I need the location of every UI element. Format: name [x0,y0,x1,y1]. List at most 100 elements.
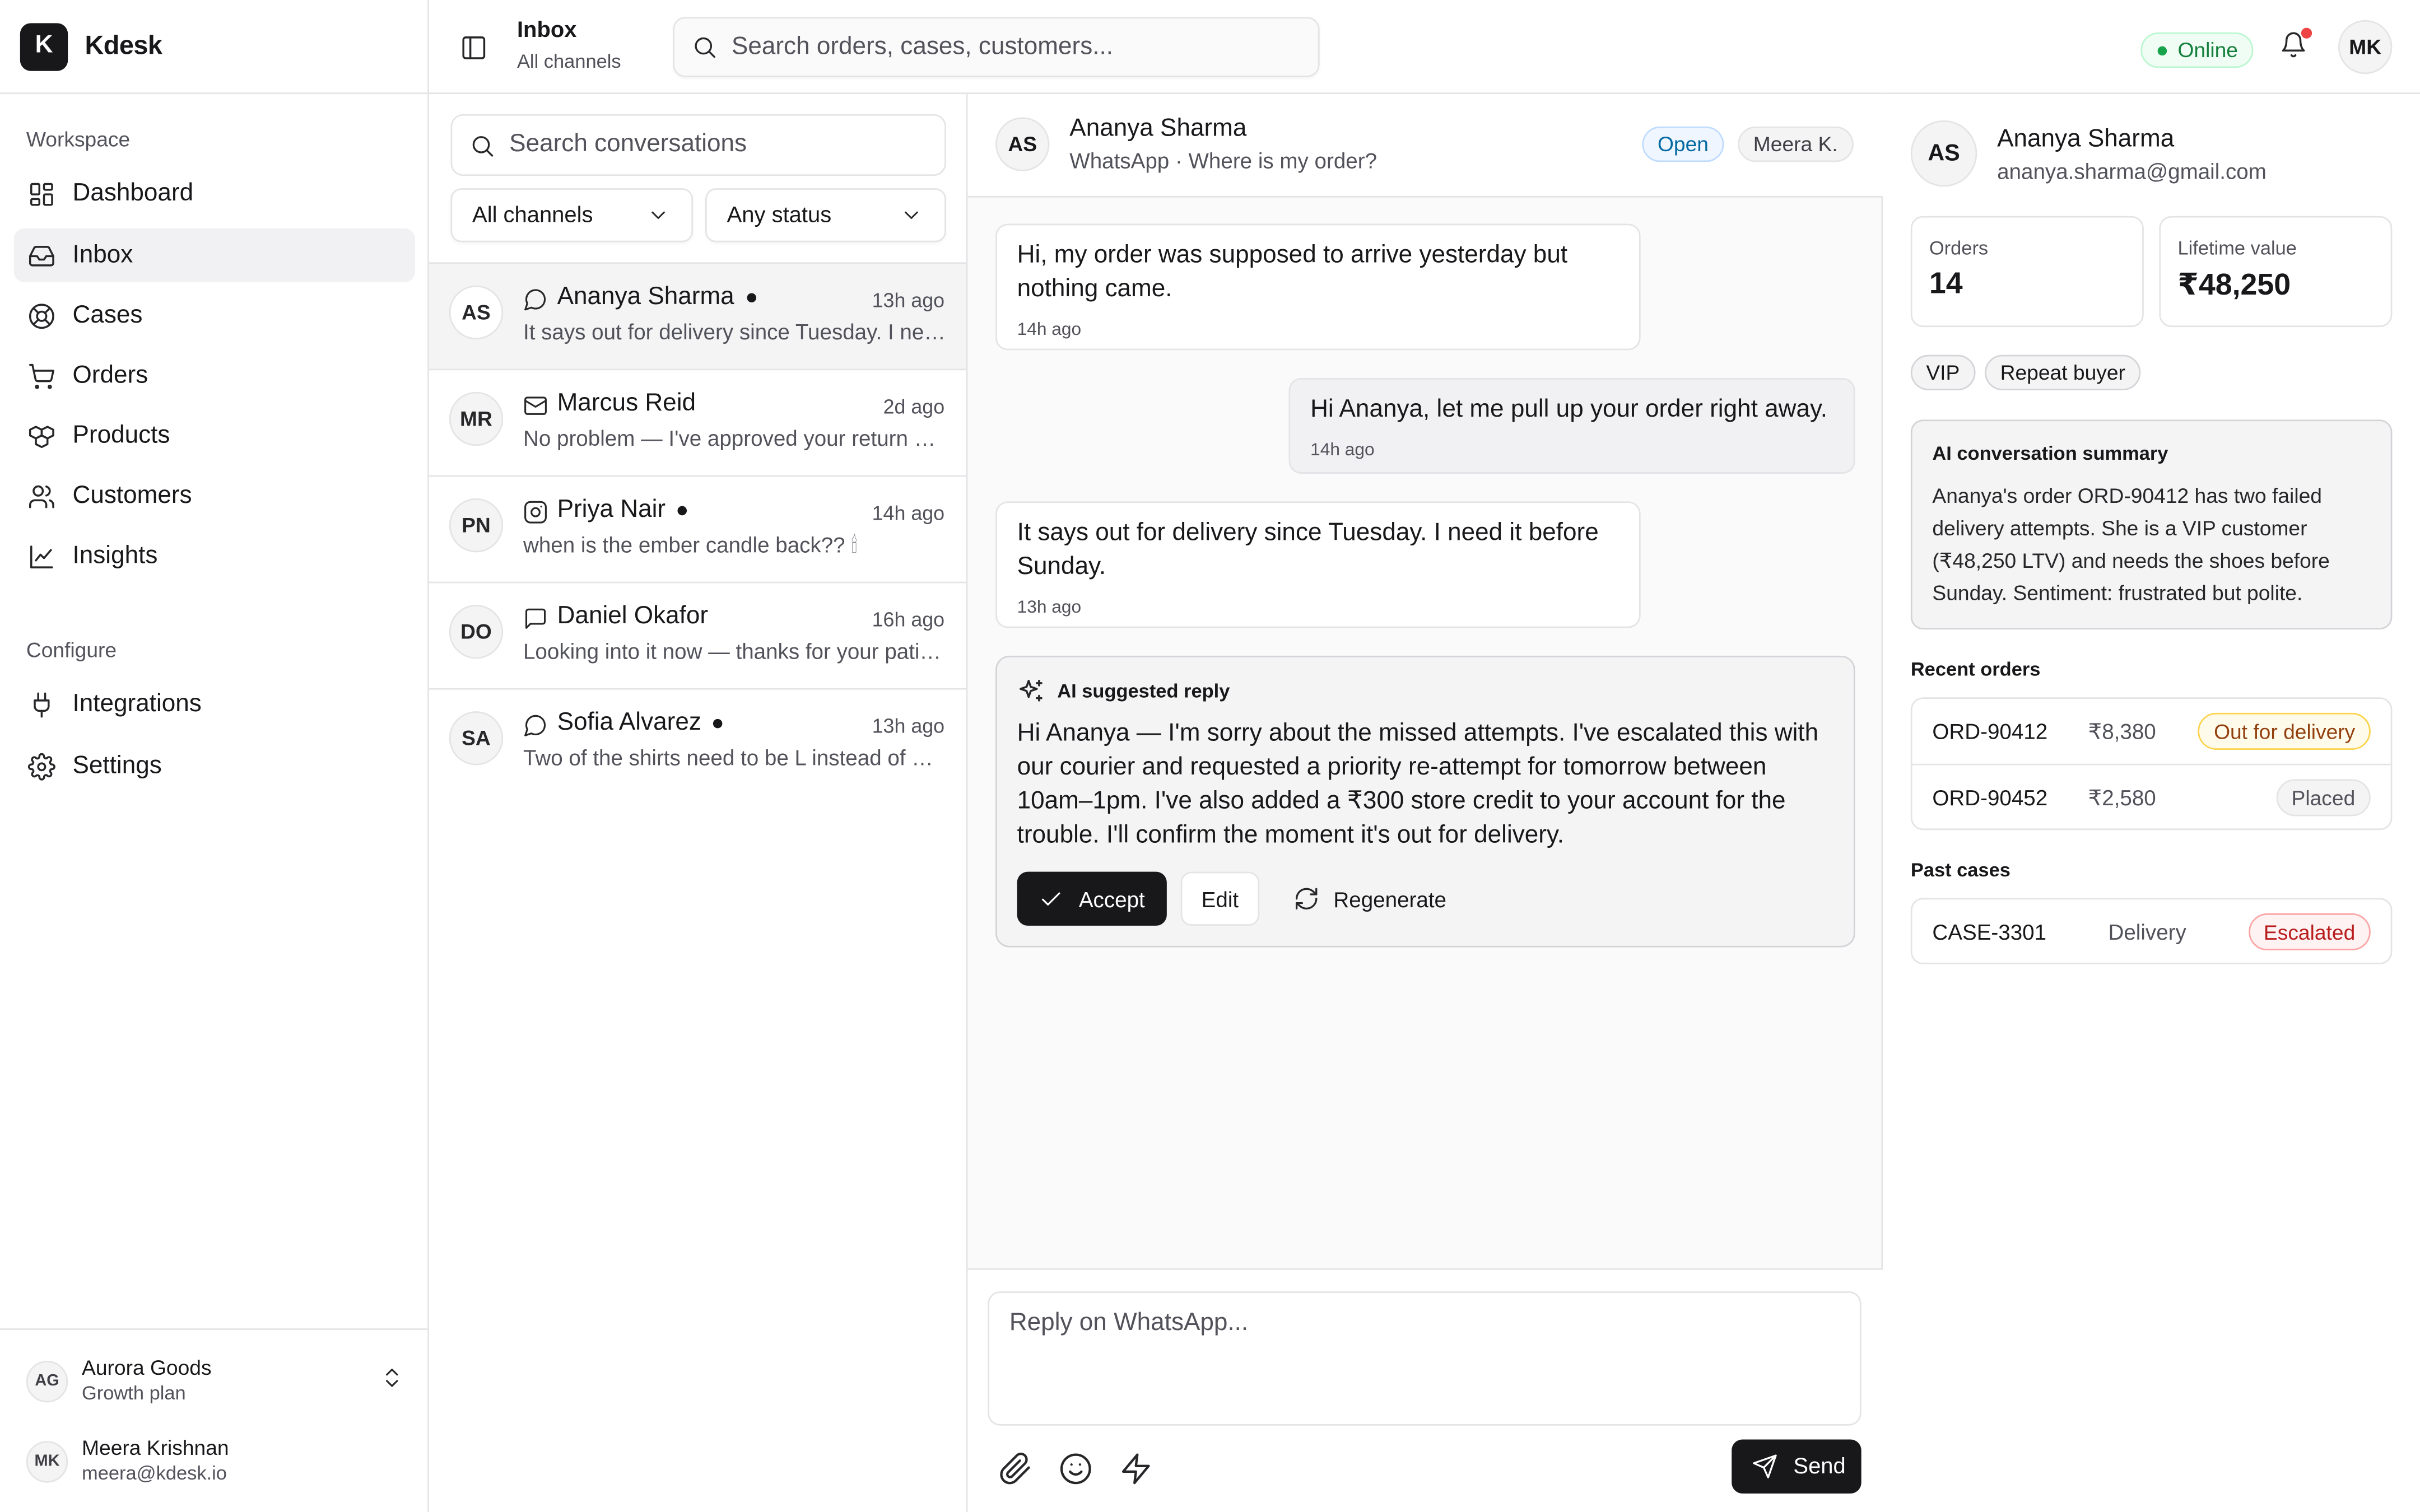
sidebar-toggle-icon[interactable] [460,34,488,62]
avatar[interactable]: MK [2338,20,2393,74]
top-bar: Inbox All channels Online MK [429,0,2420,95]
chevron-down-icon [651,211,665,219]
org-switcher[interactable]: AG Aurora Goods Growth plan [26,1355,404,1407]
stat-label: Orders [1929,237,1989,259]
chevrons-up-down-icon[interactable] [380,1365,404,1390]
paperclip-icon[interactable] [999,1452,1033,1486]
emoji-icon[interactable] [1059,1452,1093,1486]
boxes-icon [29,424,54,447]
conversation-list: All channels Any status AS Ananya Sharma… [429,94,968,1512]
unread-dot [746,293,756,302]
ai-summary-title: AI conversation summary [1932,442,2168,465]
user-profile[interactable]: MK Meera Krishnan meera@kdesk.io [26,1435,229,1487]
recent-orders: ORD-90412 ₹8,380 Out for delivery ORD-90… [1910,697,2393,830]
sidebar-item-insights[interactable]: Insights [14,529,415,583]
ai-reply-title: AI suggested reply [1057,680,1230,702]
status-badge: Escalated [2248,913,2371,951]
ai-suggested-reply: AI suggested reply Hi Ananya — I'm sorry… [995,655,1855,948]
sidebar-item-label: Dashboard [72,179,194,206]
conversation-item[interactable]: SA Sofia Alvarez 13h ago Two of the shir… [429,688,966,795]
regenerate-button[interactable]: Regenerate [1292,872,1446,926]
user-name: Meera Krishnan [82,1436,229,1460]
unread-dot [678,506,687,516]
send-button[interactable]: Send [1732,1439,1861,1494]
status-filter[interactable]: Any status [705,188,946,242]
ai-summary: AI conversation summary Ananya's order O… [1910,419,2393,630]
conversation-preview: Looking into it now — thanks for your pa… [523,638,946,664]
notifications-button[interactable] [2279,27,2312,59]
ai-summary-text: Ananya's order ORD-90412 has two failed … [1932,484,2330,605]
send-icon [1753,1454,1777,1478]
status-filter-value: Any status [727,203,832,228]
status-badge[interactable]: Online [2140,32,2254,68]
customer-email[interactable]: ananya.sharma@gmail.com [1997,159,2267,184]
ltv-stat: Lifetime value ₹48,250 [2159,216,2393,328]
whatsapp-icon [524,289,546,311]
search-icon [695,37,715,58]
brand-logo[interactable]: K [20,22,68,71]
avatar: AS [449,285,504,340]
sidebar-item-label: Inbox [72,241,133,268]
sidebar-item-dashboard[interactable]: Dashboard [14,167,415,221]
avatar: PN [449,498,504,553]
customer-panel: AS Ananya Sharma ananya.sharma@gmail.com… [1883,94,2420,1512]
accept-button[interactable]: Accept [1017,871,1167,926]
status-label: Online [2177,38,2238,62]
sidebar-item-label: Integrations [72,690,202,717]
avatar: DO [449,605,504,659]
sidebar-item-inbox[interactable]: Inbox [13,228,416,283]
message-outgoing: Hi Ananya, let me pull up your order rig… [1288,378,1855,474]
avatar: MK [26,1440,68,1482]
conversation-preview: No problem — I've approved your return a… [523,426,946,451]
ai-reply-text: Hi Ananya — I'm sorry about the missed a… [1017,720,1819,849]
chat-header: AS Ananya Sharma WhatsApp · Where is my … [967,94,1883,198]
sidebar-item-integrations[interactable]: Integrations [14,677,415,731]
plug-icon [34,692,50,717]
search-input[interactable] [731,33,1287,61]
sidebar-item-settings[interactable]: Settings [14,739,415,793]
org-name: Aurora Goods [82,1356,212,1380]
page-subtitle: All channels [516,50,621,73]
sidebar-footer: AG Aurora Goods Growth plan MK Meera Kri… [0,1328,428,1512]
instagram-icon [524,501,547,524]
sidebar-item-orders[interactable]: Orders [14,349,415,403]
sidebar-item-products[interactable]: Products [14,409,415,463]
chart-line-icon [30,544,53,568]
channel-filter[interactable]: All channels [450,188,694,242]
lifebuoy-icon [29,302,54,328]
sidebar-item-label: Insights [72,542,158,569]
conversation-search[interactable] [450,114,946,176]
edit-button[interactable]: Edit [1180,871,1260,926]
sidebar-item-cases[interactable]: Cases [14,288,415,342]
message-text: Hi Ananya, let me pull up your order rig… [1310,396,1827,423]
message-time: 14h ago [1017,321,1082,340]
gear-icon [27,752,55,780]
chat-subtitle: WhatsApp · Where is my order? [1069,148,1377,173]
refresh-icon [1295,888,1318,910]
global-search[interactable] [673,17,1320,77]
past-cases-label: Past cases [1910,859,2011,881]
conversation-search-input[interactable] [509,131,927,159]
lightning-icon[interactable] [1119,1452,1153,1486]
chevron-down-icon [905,211,918,219]
status-badge[interactable]: Open [1642,126,1724,162]
configure-section-label: Configure [26,638,117,662]
reply-input[interactable] [988,1291,1861,1426]
org-avatar: AG [26,1360,68,1402]
message-text: It says out for delivery since Tuesday. … [1017,520,1599,580]
order-row[interactable]: ORD-90412 ₹8,380 Out for delivery [1912,699,2391,766]
message-incoming: It says out for delivery since Tuesday. … [995,501,1641,628]
conversation-item[interactable]: MR Marcus Reid 2d ago No problem — I've … [429,368,966,475]
page-title: Inbox [516,18,577,44]
case-id: CASE-3301 [1932,920,2047,945]
assignee-badge[interactable]: Meera K. [1738,126,1854,162]
conversation-item[interactable]: PN Priya Nair 14h ago when is the ember … [429,475,966,582]
case-row[interactable]: CASE-3301 Delivery Escalated [1912,899,2391,964]
conversation-preview: It says out for delivery since Tuesday. … [523,319,946,344]
sidebar-item-customers[interactable]: Customers [14,469,415,523]
conversation-item[interactable]: DO Daniel Okafor 16h ago Looking into it… [429,581,966,688]
inbox-icon [29,245,54,266]
conversation-item[interactable]: AS Ananya Sharma 13h ago It says out for… [429,262,966,369]
stat-label: Lifetime value [2177,237,2297,259]
order-row[interactable]: ORD-90452 ₹2,580 Placed [1912,766,2391,830]
